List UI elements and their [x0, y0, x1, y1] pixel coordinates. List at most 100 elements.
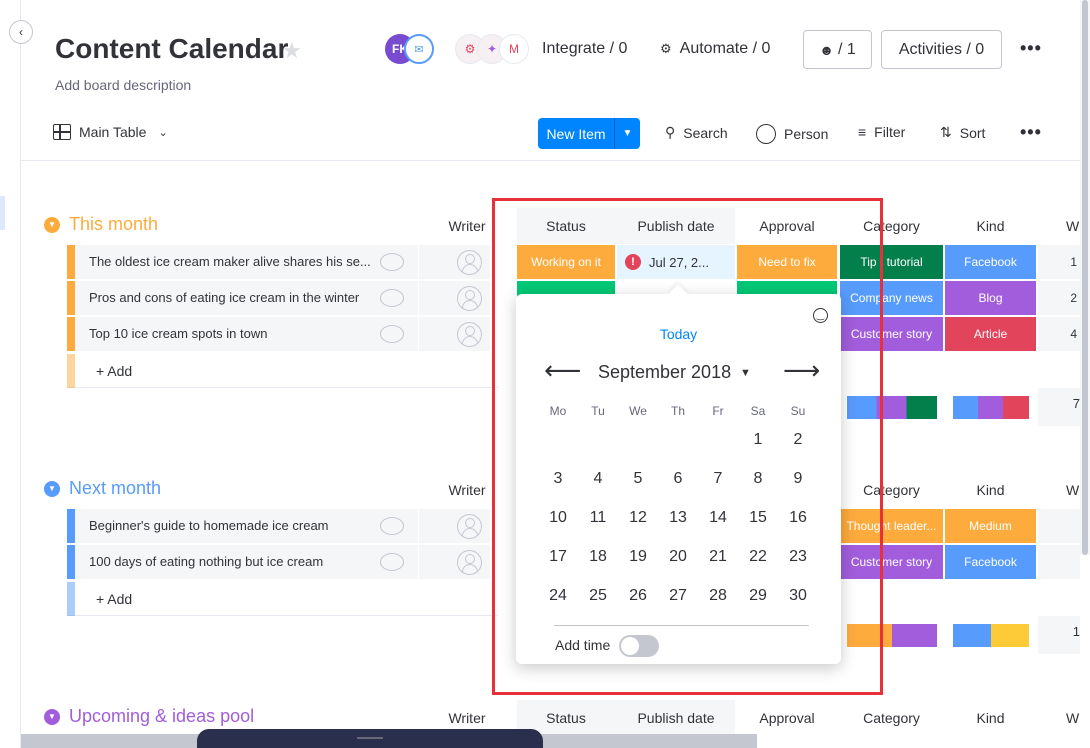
- calendar-day[interactable]: 23: [778, 548, 818, 566]
- new-item-label[interactable]: New Item: [538, 118, 614, 149]
- smiley-icon[interactable]: ‿: [813, 308, 828, 323]
- publish-date-cell[interactable]: ! Jul 27, 2...: [617, 245, 735, 279]
- kind-cell[interactable]: Facebook: [945, 545, 1036, 579]
- table-row[interactable]: The oldest ice cream maker alive shares …: [67, 245, 1080, 279]
- column-header-category[interactable]: Category: [840, 218, 943, 234]
- group-header-upcoming[interactable]: ▼ Upcoming & ideas pool: [44, 706, 254, 727]
- calendar-day[interactable]: 2: [778, 431, 818, 449]
- calendar-day[interactable]: 3: [538, 470, 578, 488]
- column-header-approval[interactable]: Approval: [737, 218, 837, 234]
- board-description[interactable]: Add board description: [55, 77, 191, 93]
- calendar-day[interactable]: 29: [738, 587, 778, 605]
- calendar-day[interactable]: 17: [538, 548, 578, 566]
- column-header-extra[interactable]: W: [1066, 482, 1086, 498]
- calendar-day[interactable]: 18: [578, 548, 618, 566]
- board-more-icon[interactable]: •••: [1020, 38, 1042, 59]
- group-collapse-icon[interactable]: ▼: [44, 708, 60, 725]
- month-dropdown-caret-icon[interactable]: ▼: [740, 367, 751, 379]
- add-item-row[interactable]: + Add: [67, 354, 498, 388]
- column-header-approval[interactable]: Approval: [737, 710, 837, 726]
- category-cell[interactable]: Company news: [840, 281, 943, 315]
- vertical-scrollbar[interactable]: [1080, 0, 1090, 555]
- category-summary-bar[interactable]: [847, 624, 937, 647]
- date-picker-popup[interactable]: Today ‿ ⟵ September 2018 ▼ ⟶ Mo Tu We Th…: [516, 294, 841, 664]
- calendar-day[interactable]: 21: [698, 548, 738, 566]
- calendar-day[interactable]: 25: [578, 587, 618, 605]
- category-summary-bar[interactable]: [847, 396, 937, 419]
- new-item-dropdown-icon[interactable]: ▼: [614, 118, 640, 149]
- extra-cell[interactable]: [1038, 545, 1080, 579]
- calendar-day[interactable]: 11: [578, 509, 618, 527]
- add-time-toggle[interactable]: [619, 635, 659, 657]
- column-header-writer[interactable]: Writer: [430, 482, 504, 498]
- calendar-day[interactable]: 13: [658, 509, 698, 527]
- calendar-day[interactable]: 14: [698, 509, 738, 527]
- extra-cell[interactable]: 2: [1038, 281, 1080, 315]
- add-item-label[interactable]: + Add: [96, 582, 132, 616]
- writer-cell[interactable]: [418, 317, 490, 351]
- chat-bubble-icon[interactable]: [380, 253, 404, 271]
- filter-button[interactable]: ≡ Filter: [858, 124, 905, 140]
- column-header-publish-date[interactable]: Publish date: [617, 218, 735, 234]
- chat-bubble-icon[interactable]: [380, 325, 404, 343]
- group-title[interactable]: This month: [69, 214, 158, 235]
- column-header-status[interactable]: Status: [517, 710, 615, 726]
- search-button[interactable]: ⚲ Search: [665, 124, 728, 141]
- next-month-arrow-icon[interactable]: ⟶: [783, 357, 820, 383]
- calendar-day[interactable]: 30: [778, 587, 818, 605]
- category-cell[interactable]: Customer story: [840, 545, 943, 579]
- board-members[interactable]: FK ✉: [385, 34, 435, 66]
- calendar-day[interactable]: 1: [738, 431, 778, 449]
- calendar-day[interactable]: 6: [658, 470, 698, 488]
- calendar-day[interactable]: 7: [698, 470, 738, 488]
- integration-icons[interactable]: ⚙ ✦ M: [455, 34, 535, 66]
- add-item-label[interactable]: + Add: [96, 354, 132, 388]
- kind-cell[interactable]: Article: [945, 317, 1036, 351]
- group-title[interactable]: Next month: [69, 478, 161, 499]
- category-cell[interactable]: Thought leader...: [840, 509, 943, 543]
- sort-button[interactable]: ⇅ Sort: [940, 124, 985, 141]
- chat-bubble-icon[interactable]: [380, 289, 404, 307]
- kind-cell[interactable]: Blog: [945, 281, 1036, 315]
- new-item-button[interactable]: New Item ▼: [538, 118, 640, 149]
- calendar-day[interactable]: 28: [698, 587, 738, 605]
- calendar-day[interactable]: 10: [538, 509, 578, 527]
- group-header-next-month[interactable]: ▼ Next month: [44, 478, 161, 499]
- calendar-day[interactable]: 16: [778, 509, 818, 527]
- column-header-publish-date[interactable]: Publish date: [617, 710, 735, 726]
- view-selector[interactable]: Main Table ⌄: [53, 124, 168, 140]
- extra-cell[interactable]: 4: [1038, 317, 1080, 351]
- column-header-kind[interactable]: Kind: [945, 482, 1036, 498]
- collapse-sidebar-icon[interactable]: ‹: [9, 20, 33, 44]
- star-icon[interactable]: ★: [282, 38, 302, 64]
- activities-button[interactable]: Activities / 0: [881, 30, 1002, 69]
- extra-cell[interactable]: [1038, 509, 1080, 543]
- status-cell[interactable]: Working on it: [517, 245, 615, 279]
- category-cell[interactable]: Tip / tutorial: [840, 245, 943, 279]
- column-header-kind[interactable]: Kind: [945, 710, 1036, 726]
- calendar-day[interactable]: 8: [738, 470, 778, 488]
- group-collapse-icon[interactable]: ▼: [44, 480, 60, 497]
- month-year-label[interactable]: September 2018: [598, 362, 731, 383]
- calendar-day[interactable]: 19: [618, 548, 658, 566]
- calendar-day[interactable]: 26: [618, 587, 658, 605]
- calendar-day[interactable]: 27: [658, 587, 698, 605]
- column-header-category[interactable]: Category: [840, 710, 943, 726]
- column-header-writer[interactable]: Writer: [430, 710, 504, 726]
- calendar-day[interactable]: 4: [578, 470, 618, 488]
- calendar-day[interactable]: 22: [738, 548, 778, 566]
- approval-cell[interactable]: Need to fix: [737, 245, 837, 279]
- writer-cell[interactable]: [418, 545, 490, 579]
- calendar-day[interactable]: 5: [618, 470, 658, 488]
- column-header-status[interactable]: Status: [517, 218, 615, 234]
- extra-cell[interactable]: 1: [1038, 245, 1080, 279]
- integration-avatar-icon[interactable]: ✉: [404, 34, 434, 64]
- person-filter-button[interactable]: Person: [756, 124, 828, 144]
- group-collapse-icon[interactable]: ▼: [44, 216, 60, 233]
- group-header-this-month[interactable]: ▼ This month: [44, 214, 158, 235]
- calendar-day[interactable]: 9: [778, 470, 818, 488]
- calendar-day[interactable]: 24: [538, 587, 578, 605]
- writer-cell[interactable]: [418, 245, 490, 279]
- column-header-kind[interactable]: Kind: [945, 218, 1036, 234]
- automate-button[interactable]: ⚙ Automate / 0: [660, 40, 770, 58]
